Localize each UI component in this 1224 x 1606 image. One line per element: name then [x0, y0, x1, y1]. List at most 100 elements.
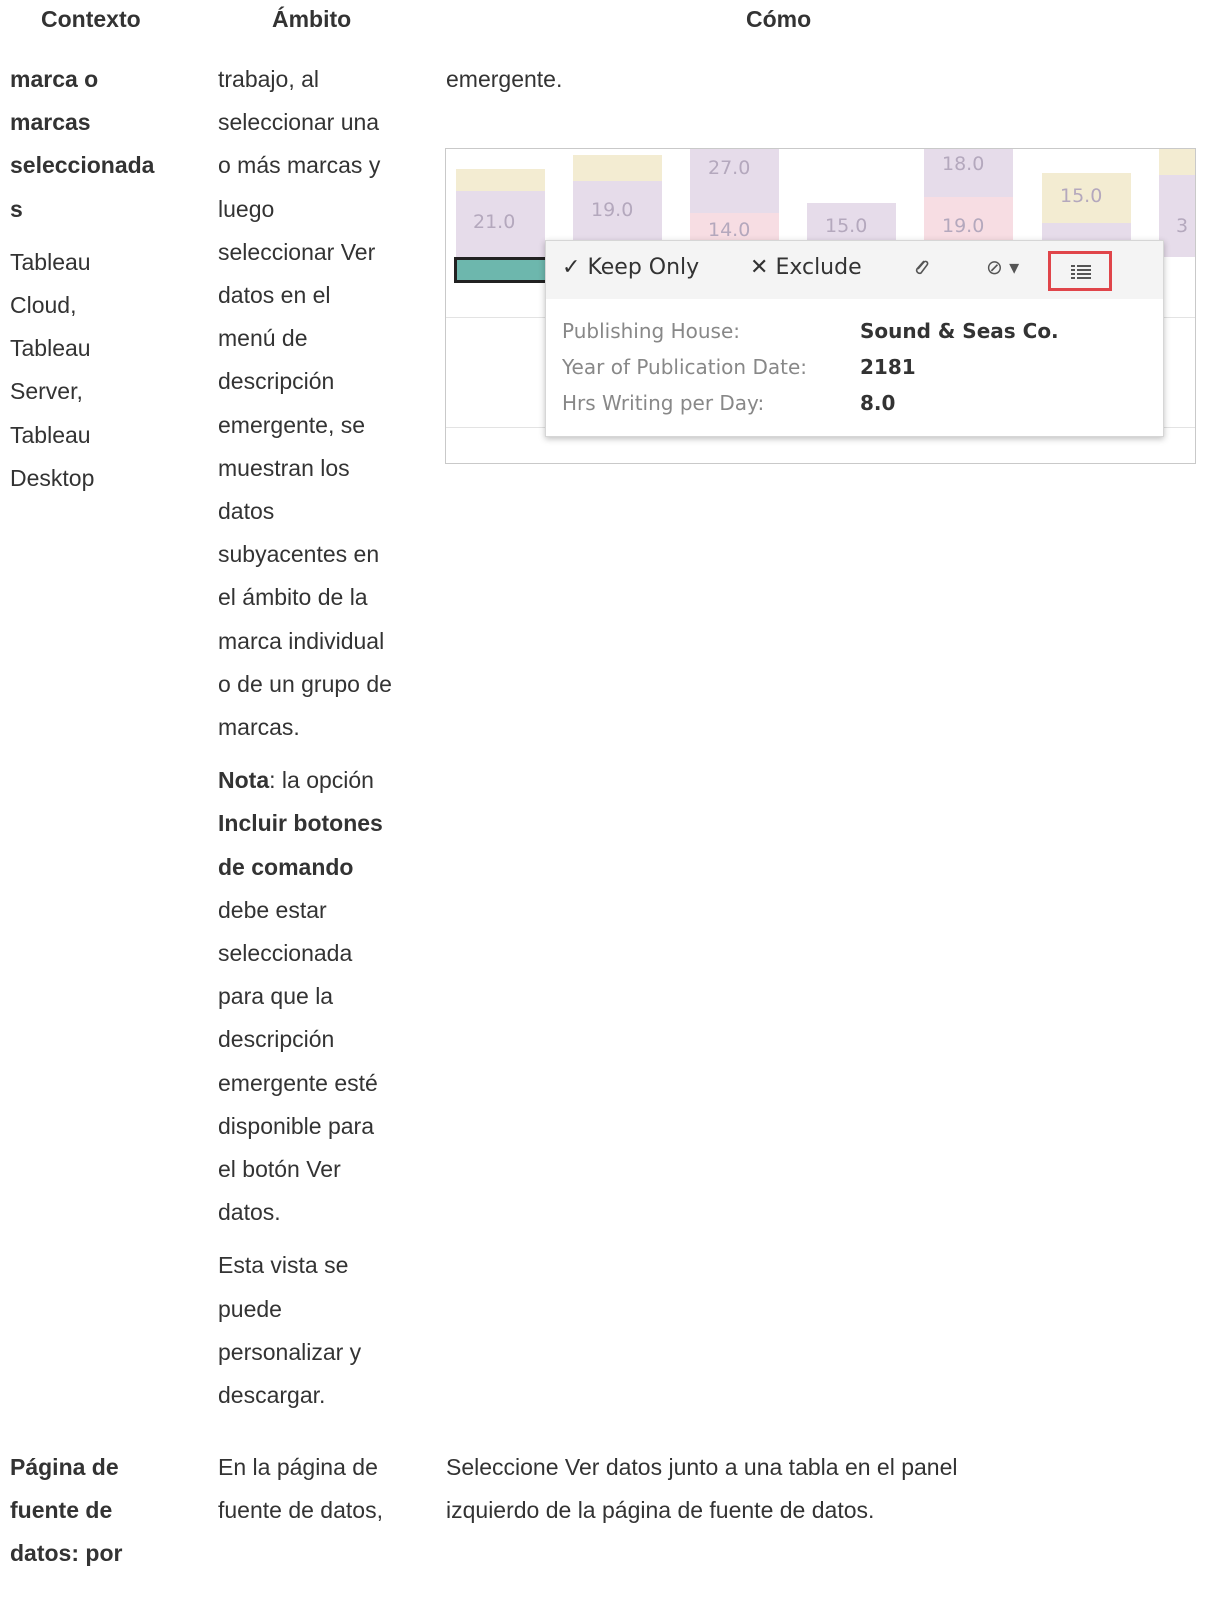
- row2-how-cell: Seleccione Ver datos junto a una tabla e…: [446, 1446, 1206, 1532]
- context-title-line: datos: por: [10, 1540, 123, 1567]
- row2-scope-cell: En la página de fuente de datos,: [218, 1446, 433, 1532]
- text-line: debe estar: [218, 896, 327, 923]
- context-title-line: Página de: [10, 1454, 119, 1480]
- text-line: izquierdo de la página de fuente de dato…: [446, 1497, 875, 1524]
- tooltip-popup: ✓ Keep Only ✕ Exclude ⊘ ▾ Publishing Hou…: [545, 240, 1164, 437]
- header-ambito: Ámbito: [272, 6, 352, 32]
- text-line: el ámbito de la: [218, 584, 368, 611]
- tooltip-row-value: Sound & Seas Co.: [860, 319, 1059, 343]
- bar-segment: [573, 155, 662, 181]
- exclude-button[interactable]: ✕ Exclude: [750, 255, 862, 280]
- keep-only-label: Keep Only: [587, 255, 700, 280]
- text-line: datos.: [218, 1199, 281, 1226]
- text-line: subyacentes en: [218, 541, 380, 568]
- text-line: seleccionar una: [218, 109, 380, 136]
- tooltip-screenshot: 21.0 19.0 27.0 14.0 15.0 18.0 19.0 15.0 …: [445, 148, 1196, 464]
- bar-label: 27.0: [708, 157, 751, 179]
- bar-label: 19.0: [942, 215, 985, 237]
- product-line: Tableau: [10, 421, 91, 448]
- text-line: puede: [218, 1295, 282, 1322]
- product-line: Tableau: [10, 248, 91, 275]
- text-line: muestran los: [218, 454, 350, 481]
- product-line: Tableau: [10, 335, 91, 362]
- text-line: En la página de: [218, 1454, 378, 1480]
- context-title-line: s: [10, 195, 23, 222]
- context-title-line: fuente de: [10, 1497, 113, 1524]
- bar-label: 21.0: [473, 211, 516, 233]
- paperclip-icon: [915, 260, 929, 275]
- view-data-icon: [1071, 265, 1091, 279]
- row1-how-cell: emergente.: [446, 58, 1206, 101]
- context-title: marca o marcas seleccionada s: [10, 58, 200, 231]
- text-line: marcas.: [218, 714, 300, 741]
- text-line: menú de: [218, 325, 308, 352]
- check-icon: ✓: [562, 255, 581, 280]
- tooltip-row-label: Year of Publication Date:: [562, 355, 807, 379]
- tooltip-row-value: 8.0: [860, 391, 896, 415]
- scope-description: trabajo, al seleccionar una o más marcas…: [218, 58, 433, 749]
- bar-segment: [1159, 149, 1195, 175]
- context-title-line: marcas: [10, 109, 91, 136]
- view-data-button[interactable]: [1048, 251, 1112, 291]
- text-line: datos en el: [218, 282, 331, 309]
- text-line: o más marcas y: [218, 152, 381, 179]
- link-icon[interactable]: [912, 257, 930, 282]
- note-intro: : la opción: [269, 767, 374, 794]
- bar-label: 15.0: [825, 215, 868, 237]
- bar-segment: [456, 169, 545, 191]
- product-line: Desktop: [10, 464, 95, 491]
- context-title-line: marca o: [10, 66, 99, 92]
- tooltip-row: Hrs Writing per Day: 8.0: [562, 391, 1152, 415]
- text-line: luego: [218, 195, 275, 222]
- group-members-button[interactable]: ⊘ ▾: [986, 255, 1019, 279]
- x-icon: ✕: [750, 255, 769, 280]
- note-option-line: Incluir botones: [218, 810, 383, 837]
- keep-only-button[interactable]: ✓ Keep Only: [562, 255, 699, 280]
- scope-customize: Esta vista se puede personalizar y desca…: [218, 1244, 433, 1417]
- bar-label: 3: [1176, 215, 1189, 237]
- context-title-line: seleccionada: [10, 152, 155, 179]
- text-line: seleccionar Ver: [218, 238, 376, 265]
- row2-context-cell: Página de fuente de datos: por: [10, 1446, 200, 1576]
- text-line: descripción: [218, 368, 335, 395]
- text-line: fuente de datos,: [218, 1497, 383, 1524]
- row1-context-cell: marca o marcas seleccionada s Tableau Cl…: [10, 58, 200, 500]
- bar-label: 14.0: [708, 219, 751, 241]
- text-line: seleccionada: [218, 940, 353, 967]
- tooltip-row-label: Publishing House:: [562, 319, 740, 343]
- text-line: o de un grupo de: [218, 670, 392, 697]
- note-option-line: de comando: [218, 853, 354, 880]
- group-icon: ⊘: [986, 255, 1003, 279]
- tooltip-row: Publishing House: Sound & Seas Co.: [562, 319, 1152, 343]
- text-line: descripción: [218, 1026, 335, 1053]
- bar-label: 18.0: [942, 153, 985, 175]
- text-line: Seleccione Ver datos junto a una tabla e…: [446, 1454, 958, 1480]
- text-line: Esta vista se: [218, 1252, 349, 1279]
- selected-mark[interactable]: [454, 257, 549, 283]
- tooltip-row: Year of Publication Date: 2181: [562, 355, 1152, 379]
- bar-label: 19.0: [591, 199, 634, 221]
- product-line: Cloud,: [10, 292, 77, 319]
- text-line: descargar.: [218, 1382, 326, 1409]
- how-text: emergente.: [446, 66, 563, 92]
- text-line: trabajo, al: [218, 66, 320, 92]
- context-products: Tableau Cloud, Tableau Server, Tableau D…: [10, 241, 200, 500]
- note-line: Nota: la opción: [218, 759, 433, 802]
- bar-label: 15.0: [1060, 185, 1103, 207]
- text-line: datos: [218, 498, 275, 525]
- tooltip-row-label: Hrs Writing per Day:: [562, 391, 765, 415]
- text-line: personalizar y: [218, 1338, 362, 1365]
- header-como: Cómo: [746, 6, 812, 32]
- tooltip-toolbar: ✓ Keep Only ✕ Exclude ⊘ ▾: [546, 241, 1163, 299]
- note-label: Nota: [218, 767, 270, 794]
- text-line: emergente esté: [218, 1069, 378, 1096]
- exclude-label: Exclude: [775, 255, 862, 280]
- text-line: emergente, se: [218, 411, 366, 438]
- text-line: el botón Ver: [218, 1156, 341, 1183]
- text-line: marca individual: [218, 627, 385, 654]
- text-line: disponible para: [218, 1112, 375, 1139]
- row1-scope-cell: trabajo, al seleccionar una o más marcas…: [218, 58, 433, 1417]
- text-line: para que la: [218, 983, 334, 1010]
- scope-note: Nota: la opción Incluir botones de coman…: [218, 759, 433, 1234]
- product-line: Server,: [10, 378, 83, 405]
